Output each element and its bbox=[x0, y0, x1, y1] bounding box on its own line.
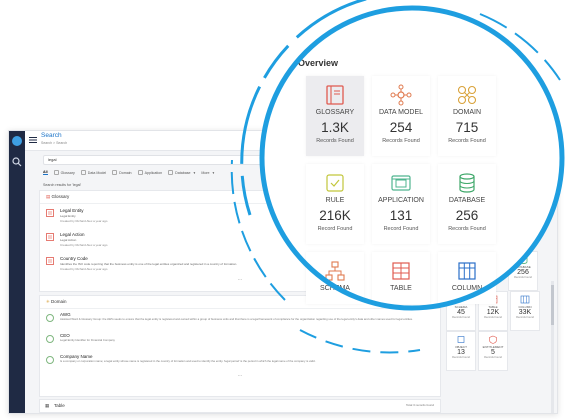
left-rail bbox=[9, 131, 25, 413]
scrollbar-thumb[interactable] bbox=[551, 285, 554, 325]
list-item-desc: Legal Action bbox=[60, 238, 77, 242]
filter-domain[interactable]: Domain bbox=[112, 170, 132, 175]
overview-title: Overview bbox=[298, 58, 339, 68]
entitlement-icon bbox=[489, 335, 497, 344]
list-item-meta: Created by Richard Alex a year ago bbox=[60, 219, 108, 223]
show-more-button[interactable]: ... bbox=[40, 372, 440, 378]
list-item-title[interactable]: Legal Action bbox=[60, 232, 85, 237]
domain-icon: ✳ bbox=[46, 299, 50, 304]
mini-card-object[interactable]: OBJECT 13 Records Found bbox=[446, 331, 476, 371]
filter-glossary[interactable]: Glossary bbox=[53, 170, 75, 175]
application-icon bbox=[391, 175, 411, 191]
database-icon bbox=[459, 173, 475, 193]
filter-more[interactable]: More ▾ bbox=[201, 170, 214, 175]
schema-icon bbox=[325, 261, 345, 281]
overview-card-data-model[interactable]: DATA MODEL 254 Records Found bbox=[372, 76, 430, 156]
table-icon bbox=[392, 262, 410, 280]
breadcrumb[interactable]: Search > Search bbox=[41, 141, 67, 145]
list-item-desc: Identifies the ISO code reporting that t… bbox=[60, 262, 238, 266]
column-icon bbox=[520, 295, 530, 304]
page-title: Search bbox=[41, 132, 62, 139]
domain-icon bbox=[46, 356, 54, 364]
book-icon bbox=[46, 209, 54, 217]
results-label: Search results for 'legal' bbox=[43, 183, 82, 187]
list-item-meta: Created by Richard Alex a year ago bbox=[60, 243, 108, 247]
list-item[interactable]: AWG Assisted Word & Glossary Group: the … bbox=[40, 309, 440, 330]
filter-tabs: All Glossary Data Model Domain Applicati… bbox=[43, 170, 214, 175]
mini-card-column[interactable]: COLUMN 33K Records Found bbox=[510, 291, 540, 331]
menu-icon[interactable] bbox=[29, 136, 37, 144]
object-icon bbox=[457, 336, 465, 343]
column-icon bbox=[458, 262, 476, 280]
overview-card-rule[interactable]: RULE 216K Record Found bbox=[306, 164, 364, 244]
book-icon bbox=[46, 257, 54, 265]
domain-panel: ✳ Domain AWG Assisted Word & Glossary Gr… bbox=[39, 295, 441, 397]
overview-card-database[interactable]: DATABASE 256 Records Found bbox=[438, 164, 496, 244]
filter-application[interactable]: Application bbox=[137, 170, 162, 175]
overview-card-domain[interactable]: DOMAIN 715 Records Found bbox=[438, 76, 496, 156]
list-item-desc: Legal Entity Identifier for Financial Co… bbox=[60, 338, 115, 342]
scrollbar[interactable] bbox=[551, 281, 554, 413]
overview-card-application[interactable]: APPLICATION 131 Record Found bbox=[372, 164, 430, 244]
rule-icon bbox=[326, 174, 344, 192]
overview-card-table[interactable]: TABLE bbox=[372, 252, 430, 304]
book-icon: ▤ bbox=[46, 194, 51, 199]
domain-icon bbox=[46, 335, 54, 343]
list-item[interactable]: Company Name Is a company or corporation… bbox=[40, 351, 440, 372]
list-item-desc: Is a company or corporation name; a lega… bbox=[60, 359, 316, 363]
domain-icon bbox=[46, 314, 54, 322]
list-item-meta: Created by Richard Alex a year ago bbox=[60, 267, 108, 271]
search-icon[interactable] bbox=[12, 157, 22, 167]
list-item-desc: Assisted Word & Glossary Group: the AWG … bbox=[60, 317, 413, 321]
filter-data-model[interactable]: Data Model bbox=[80, 170, 106, 175]
list-item-desc: Legal Entity bbox=[60, 214, 76, 218]
list-item-title[interactable]: Country Code bbox=[60, 256, 88, 261]
data-model-icon bbox=[390, 84, 412, 106]
mini-card-entitlement[interactable]: ENTITLEMENT 5 Records Found bbox=[478, 331, 508, 371]
overview-card-glossary[interactable]: GLOSSARY 1.3K Records Found bbox=[306, 76, 364, 156]
book-icon bbox=[326, 85, 344, 105]
logo-icon[interactable] bbox=[12, 136, 22, 146]
filter-database[interactable]: Database ▾ bbox=[168, 170, 195, 175]
table-icon: ▦ bbox=[45, 403, 50, 408]
list-item-title[interactable]: Legal Entity bbox=[60, 208, 84, 213]
overview-card-column[interactable]: COLUMN bbox=[438, 252, 496, 304]
table-section-header[interactable]: ▦ Table Total 3 records found bbox=[39, 399, 441, 413]
filter-all[interactable]: All bbox=[43, 170, 48, 175]
book-icon bbox=[46, 233, 54, 241]
domain-icon bbox=[457, 85, 477, 105]
list-item[interactable]: CEO Legal Entity Identifier for Financia… bbox=[40, 330, 440, 351]
overview-card-schema[interactable]: SCHEMA bbox=[306, 252, 364, 304]
